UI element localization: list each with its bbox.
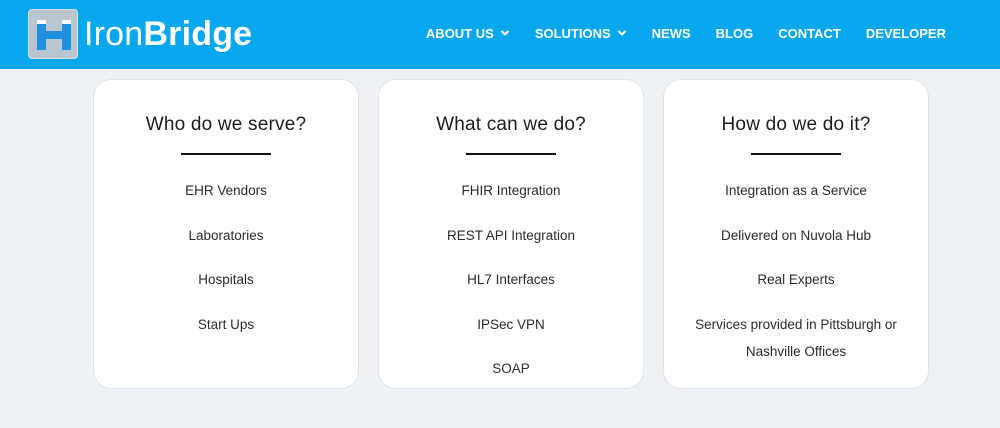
logo-text-light: Iron — [84, 15, 144, 53]
card-divider — [466, 153, 556, 155]
card-list: EHR Vendors Laboratories Hospitals Start… — [94, 177, 358, 338]
list-item: SOAP — [492, 361, 530, 376]
nav-about-us[interactable]: ABOUT US — [426, 26, 510, 41]
card-divider — [181, 153, 271, 155]
nav-label: ABOUT US — [425, 25, 494, 41]
list-item: Start Ups — [197, 316, 255, 332]
card-list: FHIR Integration REST API Integration HL… — [379, 177, 643, 382]
nav-contact[interactable]: CONTACT — [778, 26, 841, 41]
card-title: What can we do? — [436, 114, 586, 135]
site-header: IronBridge ABOUT US SOLUTIONS NEWS BLOG … — [0, 0, 1000, 69]
nav-label: CONTACT — [778, 25, 841, 41]
list-item: EHR Vendors — [185, 183, 267, 198]
list-item: REST API Integration — [446, 227, 576, 243]
main-nav: ABOUT US SOLUTIONS NEWS BLOG CONTACT DEV… — [401, 0, 946, 66]
list-item: Delivered on Nuvola Hub — [720, 227, 872, 243]
nav-news[interactable]: NEWS — [652, 26, 691, 41]
ironbridge-h-logo-icon — [28, 9, 78, 59]
card-divider — [751, 153, 841, 155]
logo-wordmark: IronBridge — [84, 17, 252, 51]
feature-cards: Who do we serve? EHR Vendors Laboratorie… — [93, 79, 929, 389]
list-item: Laboratories — [188, 227, 264, 243]
list-item: Services provided in Pittsburgh or Nashv… — [695, 316, 897, 359]
nav-blog[interactable]: BLOG — [716, 26, 754, 41]
card-title: Who do we serve? — [145, 114, 307, 135]
nav-solutions[interactable]: SOLUTIONS — [535, 26, 627, 41]
list-item: Integration as a Service — [725, 183, 867, 198]
card-title: How do we do it? — [721, 114, 871, 135]
nav-label: NEWS — [651, 25, 691, 41]
list-item: IPSec VPN — [477, 316, 545, 332]
nav-label: BLOG — [715, 25, 754, 41]
chevron-down-icon — [617, 30, 626, 36]
site-logo[interactable]: IronBridge — [28, 8, 252, 60]
card-how-we-do-it: How do we do it? Integration as a Servic… — [663, 79, 929, 389]
card-list: Integration as a Service Delivered on Nu… — [664, 177, 928, 365]
list-item: Real Experts — [757, 272, 835, 287]
card-who-we-serve: Who do we serve? EHR Vendors Laboratorie… — [93, 79, 359, 389]
nav-developer[interactable]: DEVELOPER — [866, 26, 946, 41]
list-item: Hospitals — [198, 272, 254, 287]
list-item: HL7 Interfaces — [467, 272, 555, 287]
nav-label: DEVELOPER — [865, 25, 946, 41]
card-what-we-do: What can we do? FHIR Integration REST AP… — [378, 79, 644, 389]
chevron-down-icon — [500, 30, 510, 36]
nav-label: SOLUTIONS — [534, 25, 611, 41]
logo-text-bold: Bridge — [143, 15, 253, 53]
list-item: FHIR Integration — [461, 183, 561, 198]
